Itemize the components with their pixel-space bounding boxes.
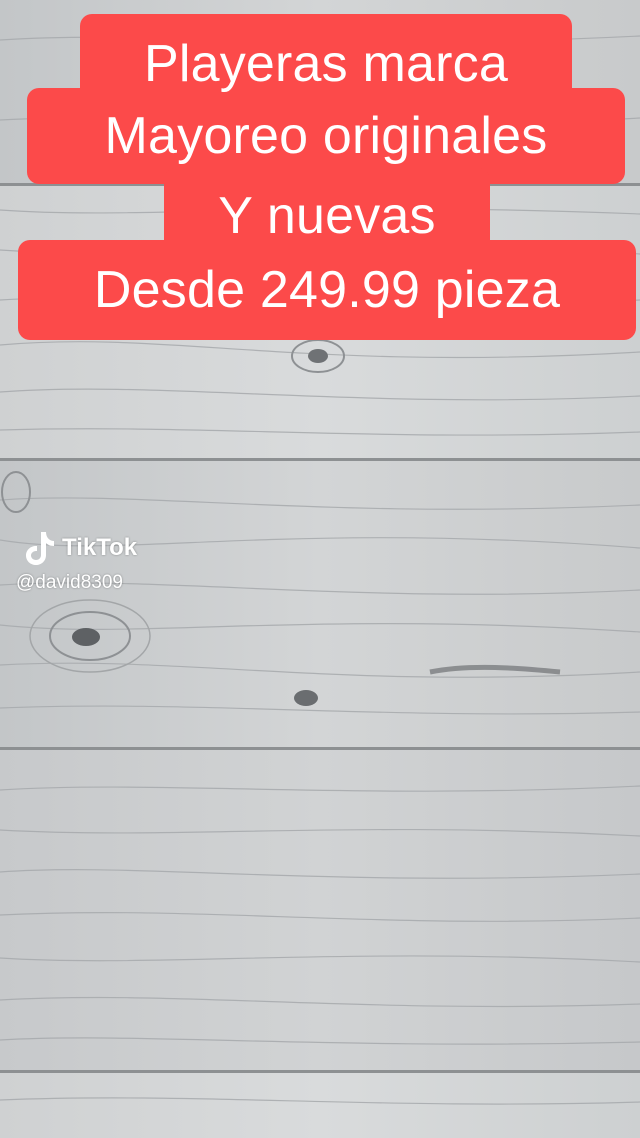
tiktok-watermark: TikTok @david8309	[16, 524, 216, 604]
video-frame: Playeras marca Mayoreo originales Y nuev…	[0, 0, 640, 1138]
tiktok-note-icon	[26, 532, 54, 565]
caption-line-1-text: Playeras marca	[143, 35, 509, 93]
plank	[0, 750, 640, 1070]
tiktok-brand-label: TikTok	[62, 534, 138, 561]
caption-line-4-text: Desde 249.99 pieza	[93, 261, 561, 319]
tiktok-brand-row: TikTok	[22, 528, 137, 568]
caption-line-2-text: Mayoreo originales	[104, 107, 548, 165]
caption-line-3-text: Y nuevas	[218, 187, 436, 245]
caption-line-4: Desde 249.99 pieza	[18, 240, 636, 340]
tiktok-handle: @david8309	[16, 572, 123, 593]
plank	[0, 1073, 640, 1138]
plank	[0, 461, 640, 747]
